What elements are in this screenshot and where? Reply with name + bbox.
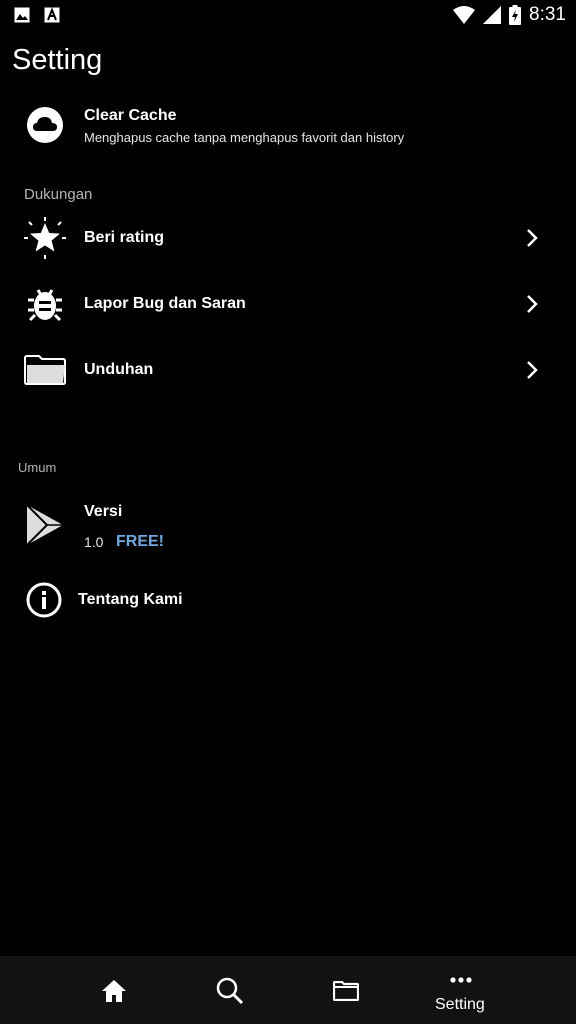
more-icon: [450, 977, 472, 983]
folder-icon: [333, 981, 359, 1001]
page-title: Setting: [12, 44, 103, 76]
nav-setting[interactable]: Setting: [418, 956, 506, 1024]
nav-search[interactable]: [186, 956, 274, 1024]
clear-cache-item[interactable]: Clear Cache Menghapus cache tanpa mengha…: [0, 100, 576, 152]
report-bug-label: Lapor Bug dan Saran: [84, 295, 246, 312]
version-badge: FREE!: [116, 533, 164, 550]
nav-setting-label: Setting: [435, 996, 485, 1013]
clear-cache-description: Menghapus cache tanpa menghapus favorit …: [84, 130, 405, 145]
bug-icon: [28, 289, 62, 322]
rate-app-item[interactable]: Beri rating: [0, 214, 576, 262]
section-header-general: Umum: [18, 460, 57, 475]
signal-icon: [483, 6, 502, 24]
wifi-icon: [453, 6, 476, 24]
version-item: Versi 1.0 FREE!: [0, 496, 576, 556]
section-header-support: Dukungan: [24, 186, 93, 203]
folder-icon: [24, 355, 66, 385]
downloads-label: Unduhan: [84, 361, 154, 378]
star-icon: [24, 217, 66, 259]
chevron-right-icon: [527, 295, 538, 313]
downloads-item[interactable]: Unduhan: [0, 346, 576, 394]
clock: 8:31: [529, 4, 566, 25]
play-icon: [26, 504, 63, 546]
search-icon: [216, 977, 244, 1005]
status-bar: 8:31: [0, 0, 576, 32]
bottom-navigation: Setting: [0, 956, 576, 1024]
version-label: Versi: [84, 503, 123, 520]
clear-cache-label: Clear Cache: [84, 107, 177, 124]
battery-charging-icon: [509, 5, 522, 25]
chevron-right-icon: [527, 361, 538, 379]
version-number: 1.0: [84, 534, 104, 550]
rate-app-label: Beri rating: [84, 229, 165, 246]
report-bug-item[interactable]: Lapor Bug dan Saran: [0, 280, 576, 328]
chevron-right-icon: [527, 229, 538, 247]
info-icon: [26, 582, 62, 618]
about-label: Tentang Kami: [78, 591, 183, 608]
font-icon: [44, 7, 60, 23]
cloud-icon: [27, 107, 63, 143]
about-item[interactable]: Tentang Kami: [0, 578, 576, 622]
image-icon: [14, 7, 30, 23]
home-icon: [102, 980, 126, 1002]
nav-home[interactable]: [70, 956, 158, 1024]
nav-folder[interactable]: [302, 956, 390, 1024]
